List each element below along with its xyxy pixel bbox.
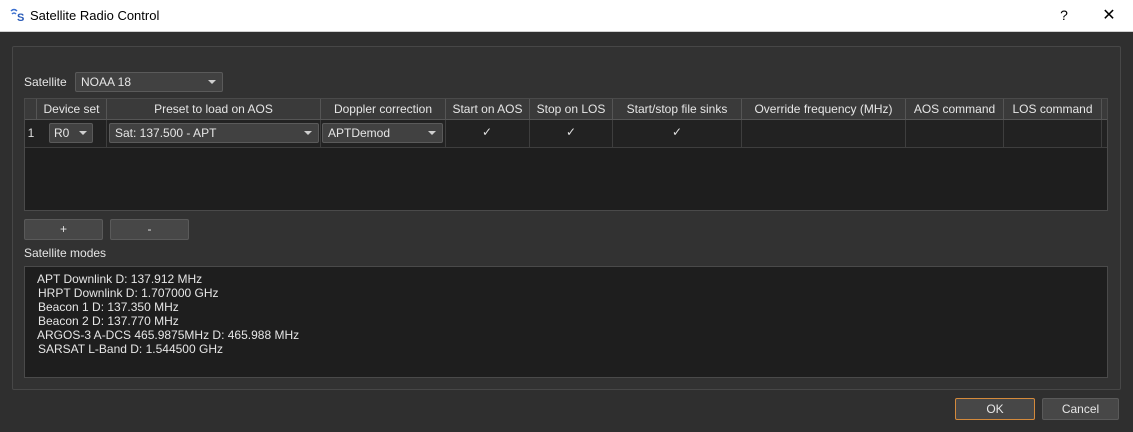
stop-on-los-cell: ✓ (530, 120, 613, 147)
device-set-cell: R0 (37, 120, 107, 147)
mode-line: APT Downlink D: 137.912 MHz (37, 272, 203, 286)
header-stop-on-los[interactable]: Stop on LOS (530, 99, 613, 119)
doppler-value: APTDemod (328, 126, 391, 140)
stop-on-los-checkbox[interactable]: ✓ (564, 125, 578, 139)
svg-text:S: S (17, 12, 24, 22)
chevron-down-icon (208, 80, 216, 84)
sdrangel-app-icon: S (10, 8, 24, 22)
satellite-modes-list[interactable]: APT Downlink D: 137.912 MHz HRPT Downlin… (24, 266, 1108, 378)
mode-line: Beacon 1 D: 137.350 MHz (38, 300, 179, 314)
preset-value: Sat: 137.500 - APT (115, 126, 217, 140)
chevron-down-icon (428, 131, 436, 135)
mode-line: HRPT Downlink D: 1.707000 GHz (38, 286, 219, 300)
window-title: Satellite Radio Control (30, 8, 160, 23)
header-device-set[interactable]: Device set (37, 99, 107, 119)
mode-line: SARSAT L-Band D: 1.544500 GHz (38, 342, 223, 356)
remove-row-button[interactable]: - (110, 219, 189, 240)
file-sinks-checkbox[interactable]: ✓ (670, 125, 684, 139)
help-button[interactable]: ? (1050, 0, 1078, 31)
chevron-down-icon (79, 131, 87, 135)
header-preset[interactable]: Preset to load on AOS (107, 99, 321, 119)
override-frequency-cell[interactable] (742, 120, 906, 147)
preset-cell: Sat: 137.500 - APT (107, 120, 321, 147)
header-file-sinks[interactable]: Start/stop file sinks (613, 99, 742, 119)
satellite-modes-label: Satellite modes (24, 246, 107, 260)
mode-line: Beacon 2 D: 137.770 MHz (38, 314, 179, 328)
device-settings-table: Device set Preset to load on AOS Doppler… (24, 98, 1108, 211)
doppler-select[interactable]: APTDemod (322, 123, 443, 143)
start-on-aos-checkbox[interactable]: ✓ (480, 125, 494, 139)
header-los-command[interactable]: LOS command (1004, 99, 1102, 119)
start-on-aos-cell: ✓ (446, 120, 530, 147)
aos-command-cell[interactable] (906, 120, 1004, 147)
header-override-frequency[interactable]: Override frequency (MHz) (742, 99, 906, 119)
add-row-button[interactable]: + (24, 219, 103, 240)
title-bar: S Satellite Radio Control ? ✕ (0, 0, 1133, 32)
row-number: 1 (27, 126, 35, 140)
table-header: Device set Preset to load on AOS Doppler… (25, 99, 1107, 120)
ok-button[interactable]: OK (955, 398, 1035, 420)
header-start-on-aos[interactable]: Start on AOS (446, 99, 530, 119)
cancel-button[interactable]: Cancel (1042, 398, 1119, 420)
header-corner (25, 99, 37, 119)
device-set-select[interactable]: R0 (49, 123, 93, 143)
satellite-select[interactable]: NOAA 18 (75, 72, 223, 92)
table-row[interactable]: 1 R0 Sat: 137.500 - APT APTDemod ✓ ✓ ✓ (25, 120, 1107, 148)
close-button[interactable]: ✕ (1096, 0, 1122, 31)
chevron-down-icon (304, 131, 312, 135)
los-command-cell[interactable] (1004, 120, 1102, 147)
mode-line: ARGOS-3 A-DCS 465.9875MHz D: 465.988 MHz (37, 328, 300, 342)
doppler-cell: APTDemod (321, 120, 446, 147)
header-doppler[interactable]: Doppler correction (321, 99, 446, 119)
header-aos-command[interactable]: AOS command (906, 99, 1004, 119)
device-set-value: R0 (54, 126, 70, 140)
satellite-label: Satellite (24, 75, 67, 89)
preset-select[interactable]: Sat: 137.500 - APT (109, 123, 319, 143)
satellite-value: NOAA 18 (81, 75, 132, 89)
file-sinks-cell: ✓ (613, 120, 742, 147)
